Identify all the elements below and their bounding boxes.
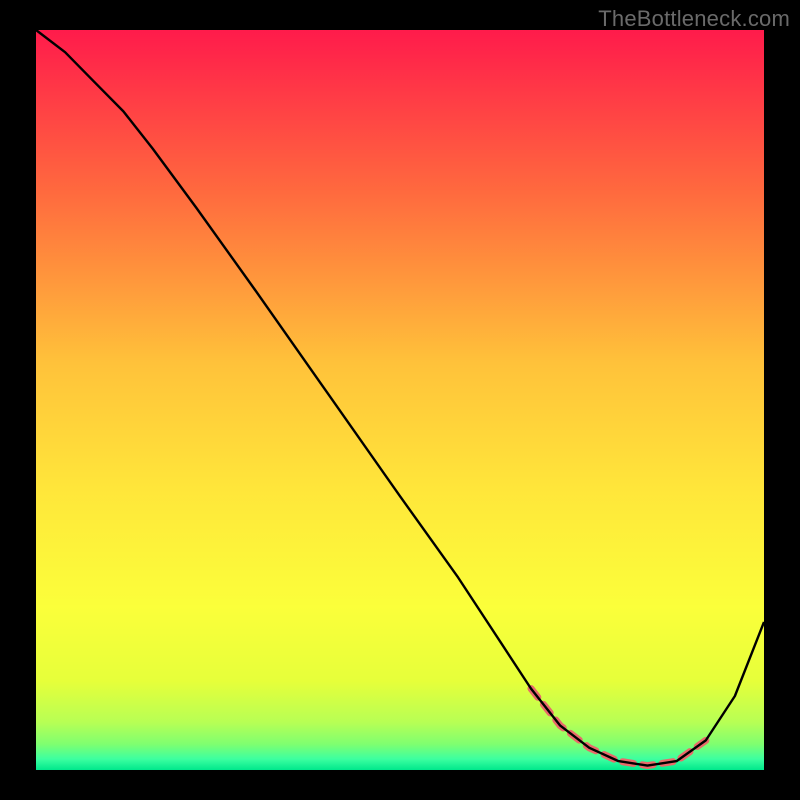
- bottleneck-chart: [0, 0, 800, 800]
- watermark-text: TheBottleneck.com: [598, 6, 790, 32]
